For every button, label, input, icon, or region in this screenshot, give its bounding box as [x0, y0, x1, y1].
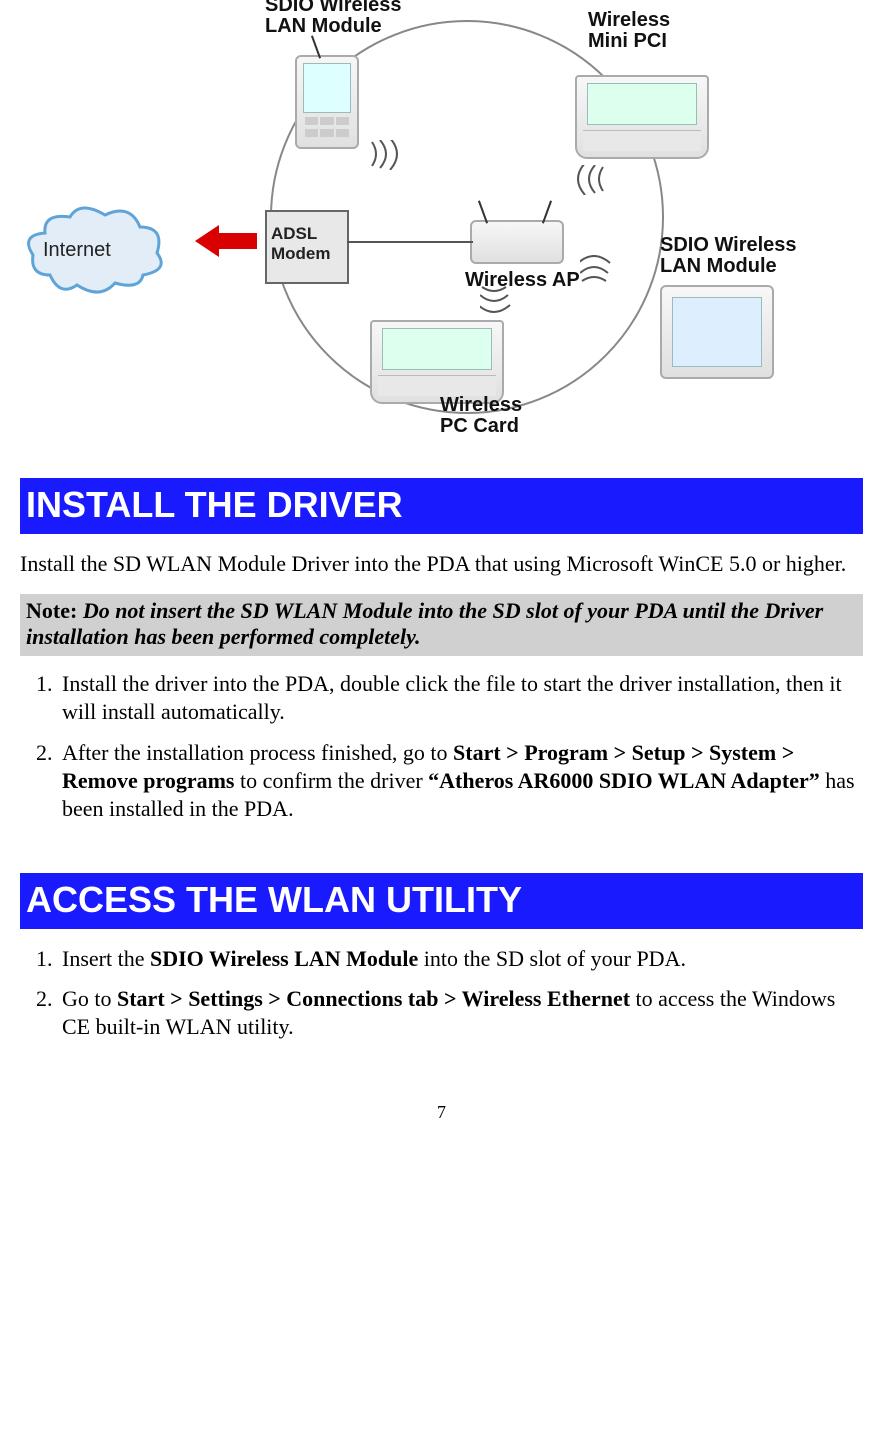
pda-device-icon: [295, 55, 359, 149]
internet-label: Internet: [43, 239, 111, 262]
access-step-1-module: SDIO Wireless LAN Module: [150, 946, 418, 971]
access-heading: ACCESS THE WLAN UTILITY: [20, 873, 863, 929]
tablet-device-icon: [660, 285, 774, 379]
install-step-2-part-c: to confirm the driver: [235, 768, 429, 793]
access-step-1: Insert the SDIO Wireless LAN Module into…: [58, 945, 863, 973]
wireless-ap-label: Wireless AP: [465, 270, 580, 291]
sdio-tablet-label: SDIO Wireless LAN Module: [660, 235, 797, 277]
access-steps-list: Insert the SDIO Wireless LAN Module into…: [20, 945, 863, 1041]
access-step-1-part-a: Insert the: [62, 946, 150, 971]
access-step-2-part-a: Go to: [62, 986, 117, 1011]
internet-cloud: Internet: [25, 205, 165, 295]
wifi-signal-icon: [565, 165, 605, 195]
ethernet-link-icon: [347, 236, 473, 248]
page-number: 7: [20, 1102, 863, 1123]
note-body: Do not insert the SD WLAN Module into th…: [26, 598, 823, 649]
install-step-2-driver: “Atheros AR6000 SDIO WLAN Adapter”: [428, 768, 820, 793]
pc-card-label: Wireless PC Card: [440, 395, 522, 437]
arrow-icon: [195, 225, 257, 257]
wireless-ap-icon: [470, 220, 564, 264]
adsl-modem-box: ADSL Modem: [265, 210, 349, 284]
wifi-signal-icon: [580, 255, 620, 285]
install-note: Note: Do not insert the SD WLAN Module i…: [20, 594, 863, 657]
install-step-1: Install the driver into the PDA, double …: [58, 670, 863, 726]
network-diagram: Internet ADSL Modem: [20, 0, 863, 450]
sdio-pda-label: SDIO Wireless LAN Module: [265, 0, 402, 37]
install-heading: INSTALL THE DRIVER: [20, 478, 863, 534]
install-intro: Install the SD WLAN Module Driver into t…: [20, 550, 863, 578]
access-step-1-part-c: into the SD slot of your PDA.: [418, 946, 686, 971]
access-step-2-path: Start > Settings > Connections tab > Wir…: [117, 986, 630, 1011]
laptop-device-icon: [575, 75, 709, 159]
install-step-2: After the installation process finished,…: [58, 739, 863, 823]
note-label: Note:: [26, 598, 77, 623]
access-step-2: Go to Start > Settings > Connections tab…: [58, 985, 863, 1041]
wifi-signal-icon: [370, 140, 410, 170]
pc-card-laptop-icon: [370, 320, 504, 404]
install-step-2-part-a: After the installation process finished,…: [62, 740, 453, 765]
install-steps-list: Install the driver into the PDA, double …: [20, 670, 863, 823]
adsl-modem-label: ADSL Modem: [271, 224, 347, 263]
mini-pci-label: Wireless Mini PCI: [588, 10, 670, 52]
